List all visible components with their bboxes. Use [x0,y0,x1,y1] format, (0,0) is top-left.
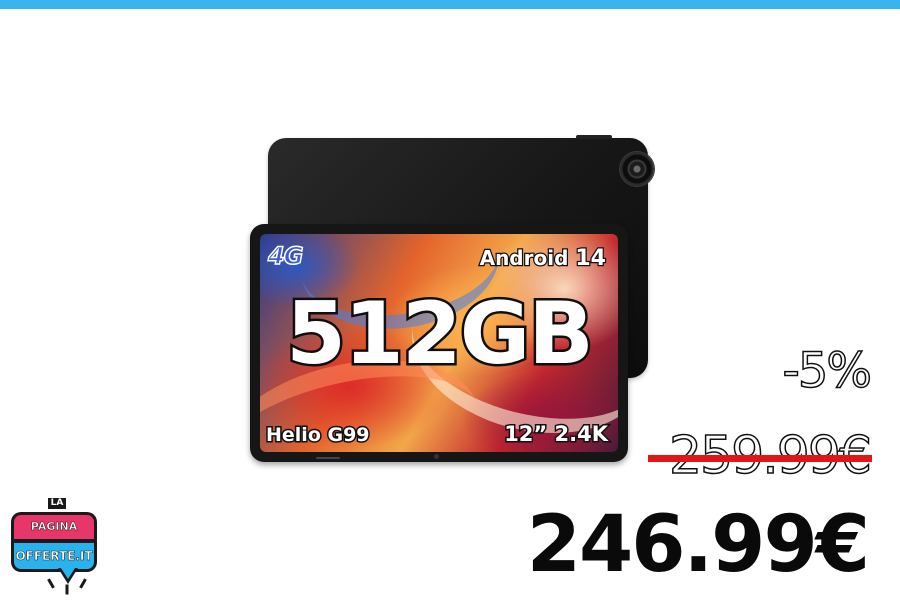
display-label: 12” 2.4K [503,421,610,448]
bezel-sensor [434,454,439,459]
product-image: 4G Android 14 512GB Helio G99 12” 2.4K [250,135,654,462]
network-badge: 4G [267,241,304,271]
logo-ray [47,578,55,589]
processor-label: Helio G99 [265,423,372,448]
top-accent-bar [0,0,900,9]
logo-line-2: OFFERTE.IT [11,540,97,572]
logo-ray [65,584,69,595]
tablet-side-button [576,135,612,139]
camera-icon [620,152,654,186]
discount-percent: -5% [782,342,873,400]
os-label: Android 14 [478,245,607,273]
tablet-screen: 4G Android 14 512GB Helio G99 12” 2.4K [260,234,618,452]
site-logo[interactable]: LA PAGINA DELLE OFFERTE.IT [8,498,100,595]
current-price: 246.99€ [526,500,870,590]
bezel-port [316,457,340,459]
tablet-front: 4G Android 14 512GB Helio G99 12” 2.4K [250,224,628,462]
speech-bubble-tail-fill [61,568,75,579]
os-name: Android [478,245,569,272]
logo-prefix: LA [48,498,66,509]
storage-label: 512GB [284,282,597,387]
logo-line-1: PAGINA DELLE [11,512,97,557]
os-version: 14 [574,245,607,273]
logo-ray [79,578,87,589]
price-strike-line [648,455,872,462]
